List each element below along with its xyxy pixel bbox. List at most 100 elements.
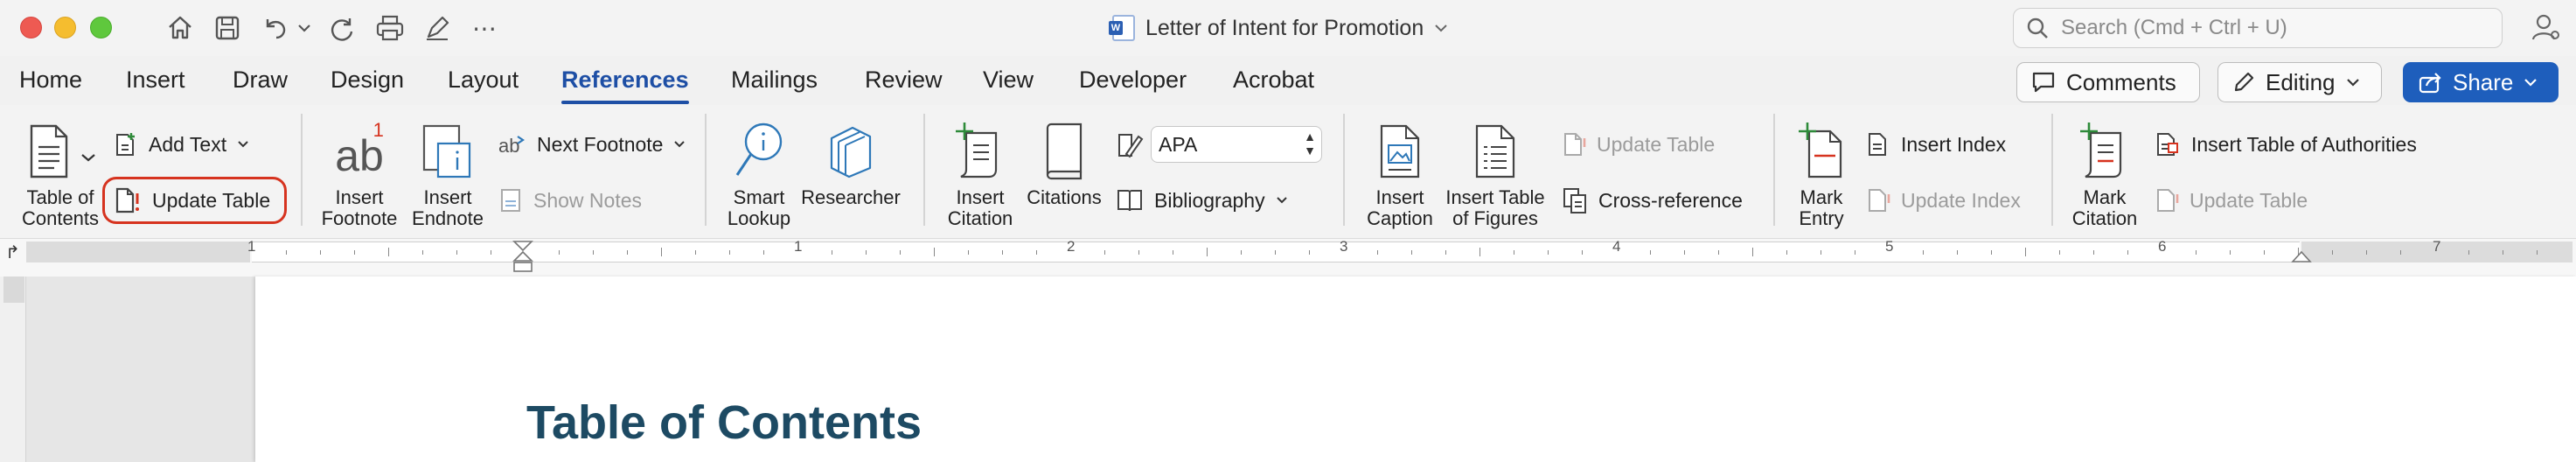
update-table-of-figures-button[interactable]: Update Table (1562, 129, 1715, 160)
update-index-button[interactable]: Update Index (1866, 185, 2021, 216)
bibliography-label: Bibliography (1154, 188, 1265, 212)
insert-caption-button[interactable]: Insert Caption (1359, 117, 1441, 229)
citation-style-select[interactable]: APA ▲ ▼ (1151, 126, 1322, 163)
ruler-tick (1207, 248, 1208, 256)
insert-footnote-label-1: Insert (335, 186, 384, 208)
tab-view[interactable]: View (983, 66, 1034, 94)
ruler-tick (1411, 249, 1412, 255)
ruler-tick (1923, 249, 1924, 255)
print-icon[interactable] (372, 10, 407, 46)
insert-endnote-icon (421, 117, 475, 180)
update-toa-label: Update Table (2190, 188, 2308, 212)
footnote-badge: 1 (372, 119, 384, 141)
share-icon (2419, 73, 2441, 94)
citation-style-icon (1118, 134, 1144, 158)
show-notes-button[interactable]: Show Notes (498, 185, 642, 216)
first-line-indent-marker[interactable] (512, 240, 533, 275)
show-notes-label: Show Notes (533, 188, 643, 212)
home-icon[interactable] (163, 10, 198, 46)
account-icon[interactable] (2531, 12, 2562, 44)
tab-stop-selector-icon[interactable]: ↱ (5, 242, 20, 263)
more-options-icon[interactable]: ⋯ (467, 10, 502, 46)
update-table-of-authorities-button[interactable]: Update Table (2155, 185, 2308, 216)
researcher-icon (826, 117, 875, 180)
tab-draw[interactable]: Draw (233, 66, 288, 94)
citations-book-icon (1042, 117, 1086, 180)
insert-caption-icon (1378, 117, 1422, 180)
mark-entry-label-1: Mark (1800, 186, 1843, 208)
mark-citation-button[interactable]: Mark Citation (2065, 117, 2144, 229)
search-icon (2027, 18, 2048, 38)
editing-mode-button[interactable]: Editing (2217, 62, 2382, 102)
comments-button[interactable]: Comments (2016, 62, 2200, 102)
save-icon[interactable] (210, 10, 245, 46)
ruler-tick (2093, 249, 2094, 255)
tab-review[interactable]: Review (865, 66, 943, 94)
insert-endnote-button[interactable]: Insert Endnote (407, 117, 488, 229)
chevron-down-icon (238, 141, 248, 148)
redo-icon[interactable] (325, 10, 360, 46)
next-footnote-label: Next Footnote (537, 132, 664, 156)
toc-label-1: Table of (26, 186, 94, 208)
ruler-tick (1957, 249, 1958, 255)
svg-text:ab: ab (498, 135, 519, 157)
ribbon-divider (705, 114, 707, 226)
close-window-button[interactable] (20, 17, 42, 38)
undo-dropdown-chevron-icon[interactable] (294, 10, 315, 46)
mark-entry-label-2: Entry (1799, 207, 1844, 229)
document-heading[interactable]: Table of Contents (526, 396, 922, 450)
insert-table-of-figures-button[interactable]: Insert Table of Figures (1441, 117, 1549, 229)
citations-button[interactable]: Citations (1023, 117, 1105, 208)
smart-lookup-button[interactable]: Smart Lookup (722, 117, 796, 229)
undo-icon[interactable] (257, 10, 292, 46)
ruler-tick (1036, 249, 1037, 255)
insert-index-button[interactable]: Insert Index (1866, 129, 2006, 160)
ruler-tick (900, 249, 901, 255)
ruler-tick (2196, 249, 2197, 255)
insert-citation-icon (952, 117, 1008, 180)
ruler-tick (593, 249, 594, 255)
table-of-contents-button[interactable]: Table of Contents (12, 117, 108, 229)
document-title[interactable]: Letter of Intent for Promotion (1109, 12, 1448, 44)
toc-label-2: Contents (21, 207, 100, 229)
vertical-ruler (0, 276, 26, 462)
search-box[interactable] (2013, 8, 2503, 48)
chevron-down-icon (674, 141, 686, 148)
ruler-tick (2025, 248, 2026, 256)
draw-pen-icon[interactable] (420, 10, 455, 46)
insert-tof-label-1: Insert Table (1445, 186, 1545, 208)
right-indent-marker[interactable] (2291, 250, 2312, 264)
next-footnote-button[interactable]: ab Next Footnote (498, 129, 686, 160)
tab-home[interactable]: Home (19, 66, 82, 94)
zoom-window-button[interactable] (90, 17, 112, 38)
tab-developer[interactable]: Developer (1079, 66, 1187, 94)
ruler-tick (320, 249, 321, 255)
tab-design[interactable]: Design (331, 66, 404, 94)
insert-tof-label-2: of Figures (1452, 207, 1538, 229)
ribbon-divider (1773, 114, 1775, 226)
ruler-tick (354, 249, 355, 255)
insert-footnote-button[interactable]: ab 1 Insert Footnote (320, 117, 399, 229)
tab-layout[interactable]: Layout (448, 66, 519, 94)
update-index-label: Update Index (1901, 188, 2021, 212)
document-title-text: Letter of Intent for Promotion (1145, 15, 1424, 40)
tab-mailings[interactable]: Mailings (731, 66, 818, 94)
ruler-tick (286, 249, 287, 255)
ruler-number: 3 (1340, 238, 1348, 255)
add-text-button[interactable]: Add Text (114, 129, 249, 160)
mark-entry-button[interactable]: Mark Entry (1791, 117, 1852, 229)
cross-reference-button[interactable]: Cross-reference (1562, 185, 1743, 216)
insert-table-of-authorities-button[interactable]: Insert Table of Authorities (2155, 129, 2417, 160)
ruler-tick (1548, 249, 1549, 255)
tab-insert[interactable]: Insert (126, 66, 185, 94)
minimize-window-button[interactable] (54, 17, 76, 38)
ruler-tick (1786, 249, 1787, 255)
researcher-button[interactable]: Researcher (801, 117, 901, 208)
ruler-tick (2537, 249, 2538, 255)
insert-citation-button[interactable]: Insert Citation (944, 117, 1016, 229)
tab-acrobat[interactable]: Acrobat (1233, 66, 1314, 94)
bibliography-button[interactable]: Bibliography (1116, 185, 1288, 216)
share-button[interactable]: Share (2403, 62, 2559, 102)
tab-references[interactable]: References (561, 66, 689, 104)
search-input[interactable] (2061, 16, 2472, 40)
